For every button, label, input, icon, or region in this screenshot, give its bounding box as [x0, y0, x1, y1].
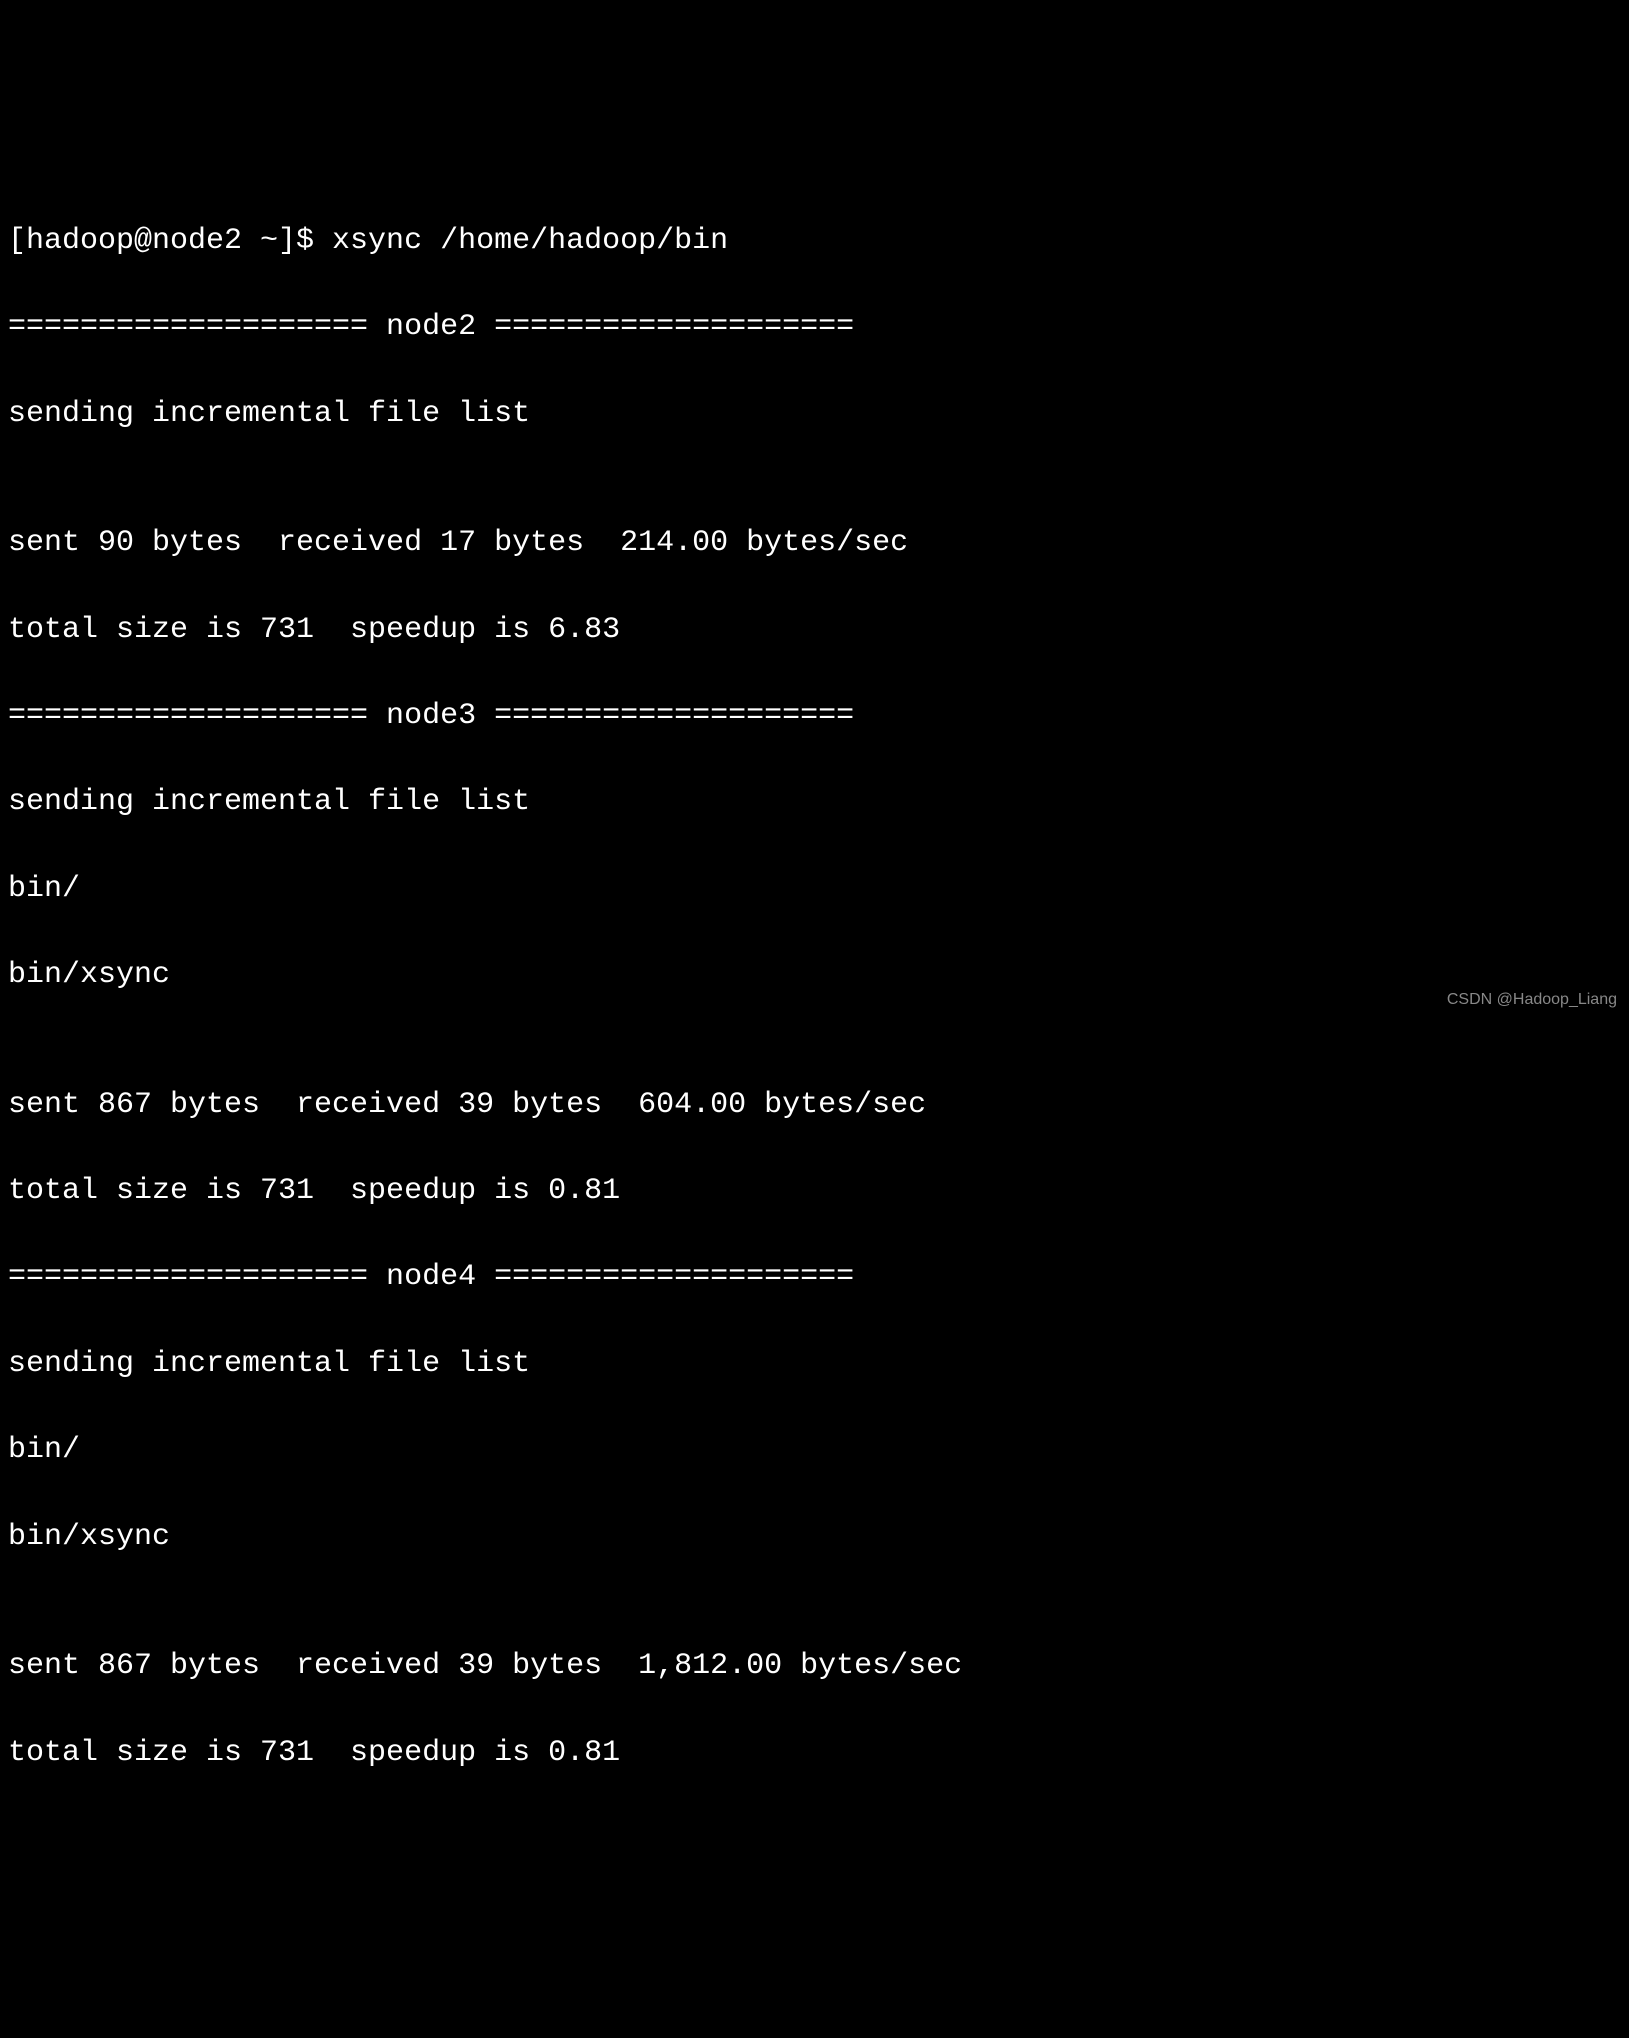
terminal-line: total size is 731 speedup is 6.83 [8, 609, 1621, 652]
terminal-line: bin/ [8, 1429, 1621, 1472]
terminal-line: sending incremental file list [8, 1343, 1621, 1386]
terminal-line: sent 867 bytes received 39 bytes 604.00 … [8, 1084, 1621, 1127]
terminal-line: sent 90 bytes received 17 bytes 214.00 b… [8, 522, 1621, 565]
terminal-line: ==================== node2 =============… [8, 306, 1621, 349]
terminal-line: sending incremental file list [8, 781, 1621, 824]
terminal-line: sent 867 bytes received 39 bytes 1,812.0… [8, 1645, 1621, 1688]
terminal-prompt-line: [hadoop@node2 ~]$ xsync /home/hadoop/bin [8, 220, 1621, 263]
terminal-line: bin/xsync [8, 954, 1621, 997]
terminal-line: ==================== node3 =============… [8, 695, 1621, 738]
terminal-line: total size is 731 speedup is 0.81 [8, 1170, 1621, 1213]
terminal-line: bin/xsync [8, 1516, 1621, 1559]
terminal-line: bin/ [8, 868, 1621, 911]
terminal-line: sending incremental file list [8, 393, 1621, 436]
terminal-line: total size is 731 speedup is 0.81 [8, 1732, 1621, 1775]
watermark-text: CSDN @Hadoop_Liang [1447, 988, 1617, 1011]
terminal-line: ==================== node4 =============… [8, 1256, 1621, 1299]
terminal-output[interactable]: [hadoop@node2 ~]$ xsync /home/hadoop/bin… [8, 177, 1621, 1818]
